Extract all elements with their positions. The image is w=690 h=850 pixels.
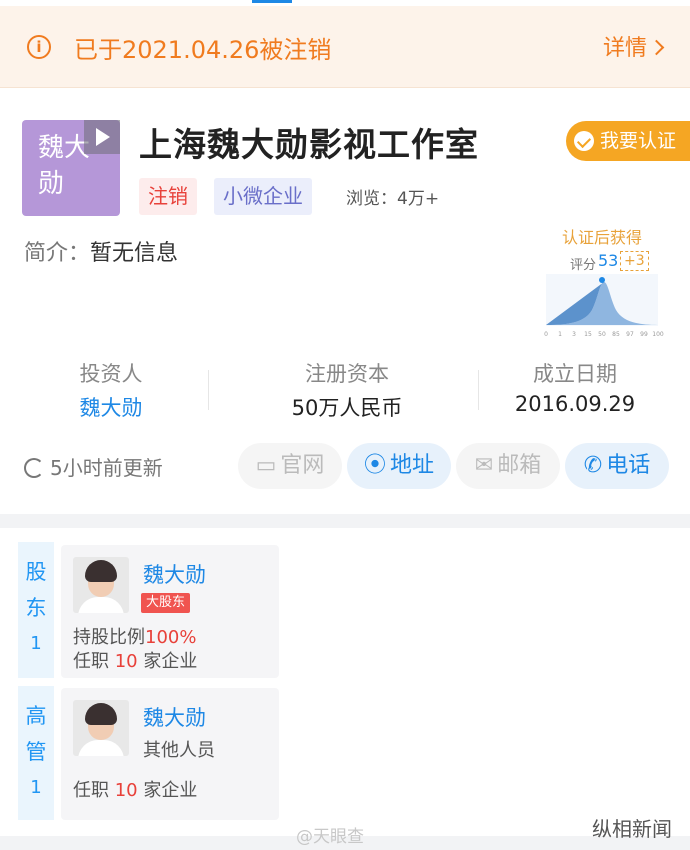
axis-tick-label: 1 <box>558 331 562 338</box>
investor-link[interactable]: 魏大勋 <box>50 392 172 422</box>
intro: 简介：暂无信息 <box>24 235 178 267</box>
location-pin-icon: ⦿ <box>363 453 386 478</box>
score-widget[interactable]: 认证后获得 评分 53 +3 0 1 3 15 50 85 97 99 100 <box>540 224 664 340</box>
shareholders-tab[interactable]: 股东 1 <box>18 542 54 678</box>
axis-tick-label: 50 <box>598 331 606 338</box>
banner-message: 已于2021.04.26被注销 <box>74 36 332 64</box>
axis-tick-label: 0 <box>544 331 548 338</box>
info-icon: i <box>27 35 51 59</box>
phone-label: 电话 <box>606 453 651 478</box>
score-marker <box>599 277 605 283</box>
detail-label: 详情 <box>602 36 647 61</box>
axis-tick-label: 15 <box>584 331 592 338</box>
jobs-suffix: 家企业 <box>143 651 198 672</box>
chevron-right-icon <box>648 39 665 56</box>
divider <box>208 370 209 410</box>
avatar <box>73 557 129 613</box>
major-shareholder-badge: 大股东 <box>141 593 191 613</box>
envelope-icon: ✉ <box>474 453 494 478</box>
address-button[interactable]: ⦿ 地址 <box>347 443 451 489</box>
person-name[interactable]: 魏大勋 <box>143 702 206 732</box>
person-role: 其他人员 <box>143 740 215 761</box>
share-prefix: 持股比例 <box>73 627 145 648</box>
play-icon[interactable] <box>84 120 120 154</box>
verified-check-icon <box>574 131 594 151</box>
side-count: 1 <box>30 633 42 654</box>
jobs-number: 10 <box>114 780 138 801</box>
address-label: 地址 <box>390 453 435 478</box>
shareholder-card[interactable]: 魏大勋 大股东 持股比例100% 任职 10 家企业 <box>61 545 279 678</box>
view-count: 浏览：4万+ <box>346 189 440 209</box>
refresh-icon <box>24 458 44 478</box>
email-label: 邮箱 <box>497 453 542 478</box>
jobs-prefix: 任职 <box>73 780 109 801</box>
divider <box>478 370 479 410</box>
intro-label: 简介： <box>24 241 91 266</box>
update-time[interactable]: 5小时前更新 <box>24 452 163 481</box>
stat-founded: 成立日期 2016.09.29 <box>486 358 664 416</box>
side-count: 1 <box>30 777 42 798</box>
axis-tick-label: 99 <box>640 331 648 338</box>
phone-icon: ✆ <box>583 453 603 478</box>
verify-label: 我要认证 <box>600 130 677 152</box>
company-name: 上海魏大勋影视工作室 <box>139 125 479 164</box>
stat-label: 投资人 <box>79 362 143 386</box>
share-value: 100% <box>145 627 197 648</box>
phone-button[interactable]: ✆ 电话 <box>565 443 669 489</box>
verify-button[interactable]: 我要认证 <box>566 121 690 161</box>
side-label-text: 高管 <box>25 704 47 764</box>
axis-tick-label: 3 <box>572 331 576 338</box>
top-tab-indicator <box>252 0 292 3</box>
jobs-number: 10 <box>114 651 138 672</box>
update-text: 5小时前更新 <box>50 456 163 480</box>
intro-value: 暂无信息 <box>90 241 179 266</box>
stat-label: 注册资本 <box>305 362 389 386</box>
monitor-icon: ▭ <box>255 453 277 478</box>
avatar <box>73 700 129 756</box>
score-plus: +3 <box>620 251 649 271</box>
company-logo[interactable]: 魏大勋 <box>22 120 120 216</box>
score-value: 53 <box>598 251 619 270</box>
stat-label: 成立日期 <box>533 362 617 386</box>
website-label: 官网 <box>280 453 325 478</box>
jobs-count: 任职 10 家企业 <box>73 647 197 673</box>
section-gap <box>0 514 690 528</box>
stat-capital: 注册资本 50万人民币 <box>240 358 454 422</box>
website-button[interactable]: ▭ 官网 <box>238 443 342 489</box>
stat-value: 2016.09.29 <box>514 392 636 416</box>
share-ratio: 持股比例100% <box>73 623 196 649</box>
banner-detail-link[interactable]: 详情 <box>602 30 665 62</box>
person-name[interactable]: 魏大勋 <box>143 559 206 589</box>
score-distribution-curve: 0 1 3 15 50 85 97 99 100 <box>544 274 664 338</box>
score-get-label: 认证后获得 <box>562 228 643 247</box>
source-mark: 纵相新闻 <box>592 817 672 841</box>
tag-small-enterprise[interactable]: 小微企业 <box>214 178 312 215</box>
jobs-prefix: 任职 <box>73 651 109 672</box>
jobs-count: 任职 10 家企业 <box>73 776 197 802</box>
stat-value: 50万人民币 <box>291 396 403 420</box>
stat-investor: 投资人 魏大勋 <box>50 358 172 422</box>
jobs-suffix: 家企业 <box>143 780 198 801</box>
executives-tab[interactable]: 高管 1 <box>18 686 54 820</box>
side-label-text: 股东 <box>25 560 47 620</box>
score-axis: 0 1 3 15 50 85 97 99 100 <box>544 331 664 338</box>
executive-card[interactable]: 魏大勋 其他人员 任职 10 家企业 <box>61 688 279 820</box>
email-button[interactable]: ✉ 邮箱 <box>456 443 560 489</box>
status-badge-cancelled: 注销 <box>139 178 197 215</box>
cancellation-banner: i 已于2021.04.26被注销 详情 <box>0 6 690 88</box>
watermark: @天眼查 <box>296 827 364 847</box>
axis-tick-label: 97 <box>626 331 634 338</box>
axis-tick-label: 100 <box>652 331 664 338</box>
axis-tick-label: 85 <box>612 331 620 338</box>
